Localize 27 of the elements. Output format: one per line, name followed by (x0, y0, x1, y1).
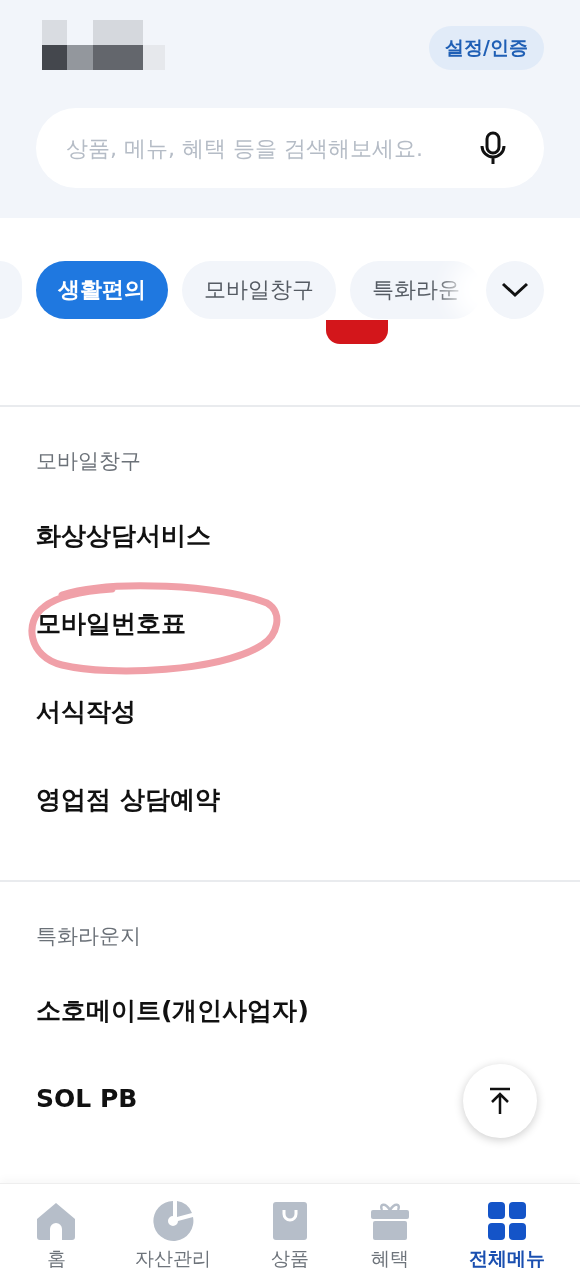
category-chip[interactable]: 생활편의 (36, 261, 168, 319)
section-title: 특화라운지 (36, 923, 142, 950)
category-chip[interactable]: 특화라운 (350, 261, 482, 319)
microphone-icon[interactable] (480, 131, 506, 165)
nav-tab[interactable]: 전체메뉴 (463, 1184, 551, 1281)
menu-link[interactable]: 소호메이트(개인사업자) (36, 993, 309, 1027)
nav-tab[interactable]: 혜택 (363, 1184, 417, 1281)
menu-link[interactable]: 영업점 상담예약 (36, 782, 220, 816)
nav-tab[interactable]: 홈 (29, 1184, 83, 1281)
menu-link[interactable]: 서식작성 (36, 694, 136, 728)
settings-auth-button[interactable]: 설정/인증 (429, 26, 544, 70)
badge-background (326, 320, 388, 344)
pie-chart-icon (152, 1200, 194, 1242)
search-field[interactable]: 상품, 메뉴, 혜택 등을 검색해보세요. (36, 108, 544, 188)
category-chip[interactable]: 모바일창구 (182, 261, 336, 319)
menu-link[interactable]: 화상상담서비스 (36, 518, 211, 552)
menu-link[interactable]: 모바일번호표 (36, 606, 186, 640)
grid-menu-icon (486, 1200, 528, 1242)
home-icon (35, 1200, 77, 1242)
nav-tab[interactable]: 상품 (263, 1184, 317, 1281)
menu-link[interactable]: SOL PB (36, 1083, 138, 1113)
arrow-up-icon (488, 1087, 512, 1115)
gift-icon (369, 1200, 411, 1242)
section-title: 모바일창구 (36, 448, 142, 475)
nav-tab[interactable]: 자산관리 (129, 1184, 217, 1281)
chevron-down-icon (501, 282, 529, 298)
scroll-top-button[interactable] (463, 1064, 537, 1138)
